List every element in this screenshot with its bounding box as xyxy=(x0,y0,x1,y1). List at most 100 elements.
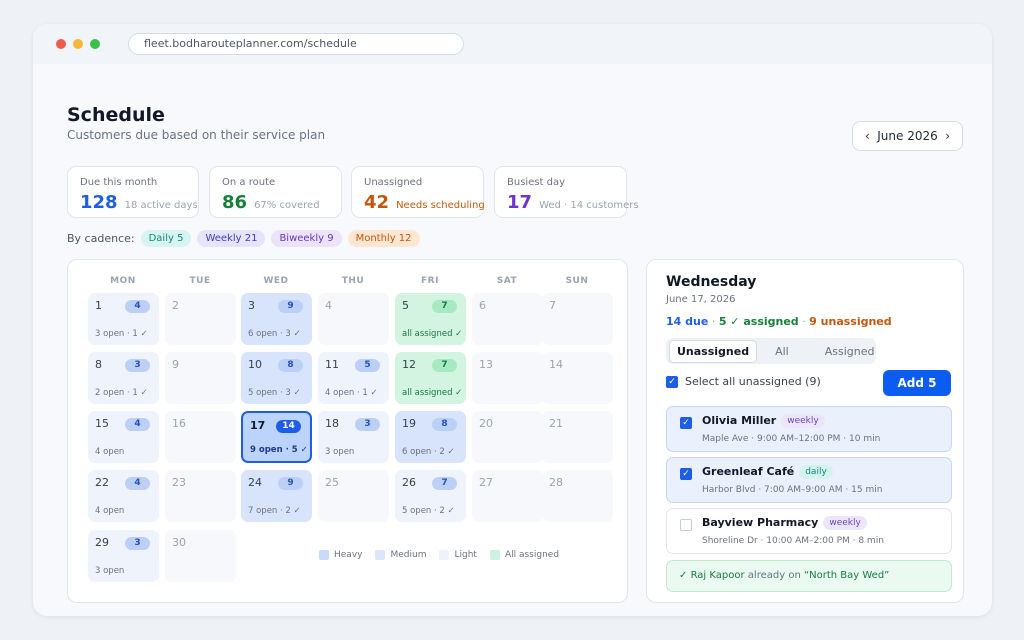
day-count-badge: 7 xyxy=(432,300,457,313)
customer-row[interactable]: ✓ Olivia Miller weekly Maple Ave · 9:00 A… xyxy=(666,406,952,452)
legend-swatch xyxy=(489,550,500,560)
day-number: 6 xyxy=(479,299,486,312)
day-number: 2 xyxy=(172,299,179,312)
main-content: Schedule Customers due based on their se… xyxy=(33,64,992,616)
calendar-day[interactable]: 19 8 6 open · 2 ✓ xyxy=(395,411,466,463)
day-count-badge: 7 xyxy=(432,477,457,490)
day-status: 6 open · 3 ✓ xyxy=(248,329,301,339)
prev-month-icon[interactable]: ‹ xyxy=(865,129,870,143)
day-number: 16 xyxy=(172,417,186,430)
calendar-day[interactable]: 10 8 5 open · 3 ✓ xyxy=(241,352,312,404)
tab-all[interactable]: All xyxy=(761,341,803,362)
day-status: 3 open xyxy=(95,566,125,576)
calendar-day[interactable]: 23 xyxy=(165,470,236,522)
minimize-window-button[interactable] xyxy=(73,39,83,49)
day-status: all assigned ✓ xyxy=(402,388,463,398)
legend-label: Medium xyxy=(390,550,427,560)
calendar-day[interactable]: 24 9 7 open · 2 ✓ xyxy=(241,470,312,522)
weekday-header: THU xyxy=(341,276,365,286)
calendar-day[interactable]: 15 4 4 open xyxy=(88,411,159,463)
calendar-day[interactable]: 1 4 3 open · 1 ✓ xyxy=(88,293,159,345)
day-number: 27 xyxy=(479,476,493,489)
cadence-chip[interactable]: Weekly 21 xyxy=(197,230,266,247)
day-status: 2 open · 1 ✓ xyxy=(95,388,148,398)
calendar-day[interactable]: 14 xyxy=(542,352,613,404)
day-number: 29 xyxy=(95,536,109,549)
calendar-day[interactable]: 7 xyxy=(542,293,613,345)
day-number: 25 xyxy=(325,476,339,489)
calendar-day[interactable]: 20 xyxy=(472,411,543,463)
day-number: 15 xyxy=(95,417,109,430)
calendar-day[interactable]: 28 xyxy=(542,470,613,522)
url-bar[interactable]: fleet.bodharouteplanner.com/schedule xyxy=(128,33,464,55)
close-window-button[interactable] xyxy=(56,39,66,49)
calendar-day[interactable]: 9 xyxy=(165,352,236,404)
customer-checkbox[interactable] xyxy=(680,519,692,531)
calendar-day[interactable]: 25 xyxy=(318,470,389,522)
legend-label: Heavy xyxy=(334,550,363,560)
calendar-day[interactable]: 18 3 3 open xyxy=(318,411,389,463)
select-all-label: Select all unassigned (9) xyxy=(685,375,821,388)
day-status: 3 open xyxy=(325,447,355,457)
customer-row[interactable]: ✓ Greenleaf Café daily Harbor Blvd · 7:00… xyxy=(666,457,952,503)
cadence-chip[interactable]: Monthly 12 xyxy=(347,230,420,247)
tab-assigned[interactable]: Assigned xyxy=(807,341,893,362)
cadence-tag: weekly xyxy=(781,414,825,428)
calendar-day[interactable]: 27 xyxy=(472,470,543,522)
select-all-checkbox[interactable]: ✓ xyxy=(666,375,678,388)
day-number: 5 xyxy=(402,299,409,312)
calendar-day[interactable]: 13 xyxy=(472,352,543,404)
panel-day-title: Wednesday xyxy=(666,274,757,290)
calendar-day[interactable]: 22 4 4 open xyxy=(88,470,159,522)
day-count-badge: 14 xyxy=(276,420,301,433)
calendar-day[interactable]: 6 xyxy=(472,293,543,345)
calendar-day[interactable]: 5 7 all assigned ✓ xyxy=(395,293,466,345)
title-bar: fleet.bodharouteplanner.com/schedule xyxy=(33,24,992,64)
calendar-day[interactable]: 16 xyxy=(165,411,236,463)
day-number: 11 xyxy=(325,358,339,371)
calendar-day[interactable]: 4 xyxy=(318,293,389,345)
calendar-day[interactable]: 26 7 5 open · 2 ✓ xyxy=(395,470,466,522)
add-button[interactable]: Add 5 xyxy=(883,370,951,396)
stat-value: 128 xyxy=(80,192,118,213)
calendar-day[interactable]: 11 5 4 open · 1 ✓ xyxy=(318,352,389,404)
cadence-chip[interactable]: Biweekly 9 xyxy=(271,230,342,247)
day-number: 28 xyxy=(549,476,563,489)
legend-label: All assigned xyxy=(504,550,560,560)
notice-text: already on xyxy=(747,570,801,581)
check-icon: ✓ xyxy=(679,570,688,581)
maximize-window-button[interactable] xyxy=(90,39,100,49)
cadence-chip[interactable]: Daily 5 xyxy=(140,230,192,247)
next-month-icon[interactable]: › xyxy=(945,129,950,143)
calendar-day[interactable]: 8 3 2 open · 1 ✓ xyxy=(88,352,159,404)
calendar-day[interactable]: 29 3 3 open xyxy=(88,530,159,582)
day-count-badge: 5 xyxy=(355,359,380,372)
assignment-notice: ✓ Raj Kapoor already on “North Bay Wed” xyxy=(666,560,952,592)
calendar-day[interactable]: 21 xyxy=(542,411,613,463)
calendar-day[interactable]: 30 xyxy=(165,530,236,582)
day-number: 4 xyxy=(325,299,332,312)
day-number: 17 xyxy=(250,419,266,432)
weekday-header: MON xyxy=(110,276,136,286)
day-count-badge: 3 xyxy=(125,359,150,372)
weekday-header: SUN xyxy=(565,276,589,286)
day-number: 13 xyxy=(479,358,493,371)
day-number: 10 xyxy=(248,358,262,371)
legend-item: Medium xyxy=(375,550,426,560)
day-number: 9 xyxy=(172,358,179,371)
calendar-day[interactable]: 12 7 all assigned ✓ xyxy=(395,352,466,404)
tab-unassigned[interactable]: Unassigned xyxy=(669,339,758,363)
day-count-badge: 3 xyxy=(125,537,150,550)
day-status: 7 open · 2 ✓ xyxy=(248,506,301,516)
customer-checkbox[interactable]: ✓ xyxy=(680,468,692,480)
select-all-row[interactable]: ✓ Select all unassigned (9) xyxy=(666,375,821,388)
calendar-day[interactable]: 3 9 6 open · 3 ✓ xyxy=(241,293,312,345)
customer-checkbox[interactable]: ✓ xyxy=(680,417,692,429)
calendar-day[interactable]: 2 xyxy=(165,293,236,345)
day-number: 3 xyxy=(248,299,255,312)
customer-row[interactable]: Bayview Pharmacy weekly Shoreline Dr · 10… xyxy=(666,508,952,554)
day-number: 18 xyxy=(325,417,339,430)
calendar-day[interactable]: 17 14 9 open · 5 ✓ xyxy=(241,411,312,463)
day-number: 21 xyxy=(549,417,563,430)
day-count-badge: 7 xyxy=(432,359,457,372)
